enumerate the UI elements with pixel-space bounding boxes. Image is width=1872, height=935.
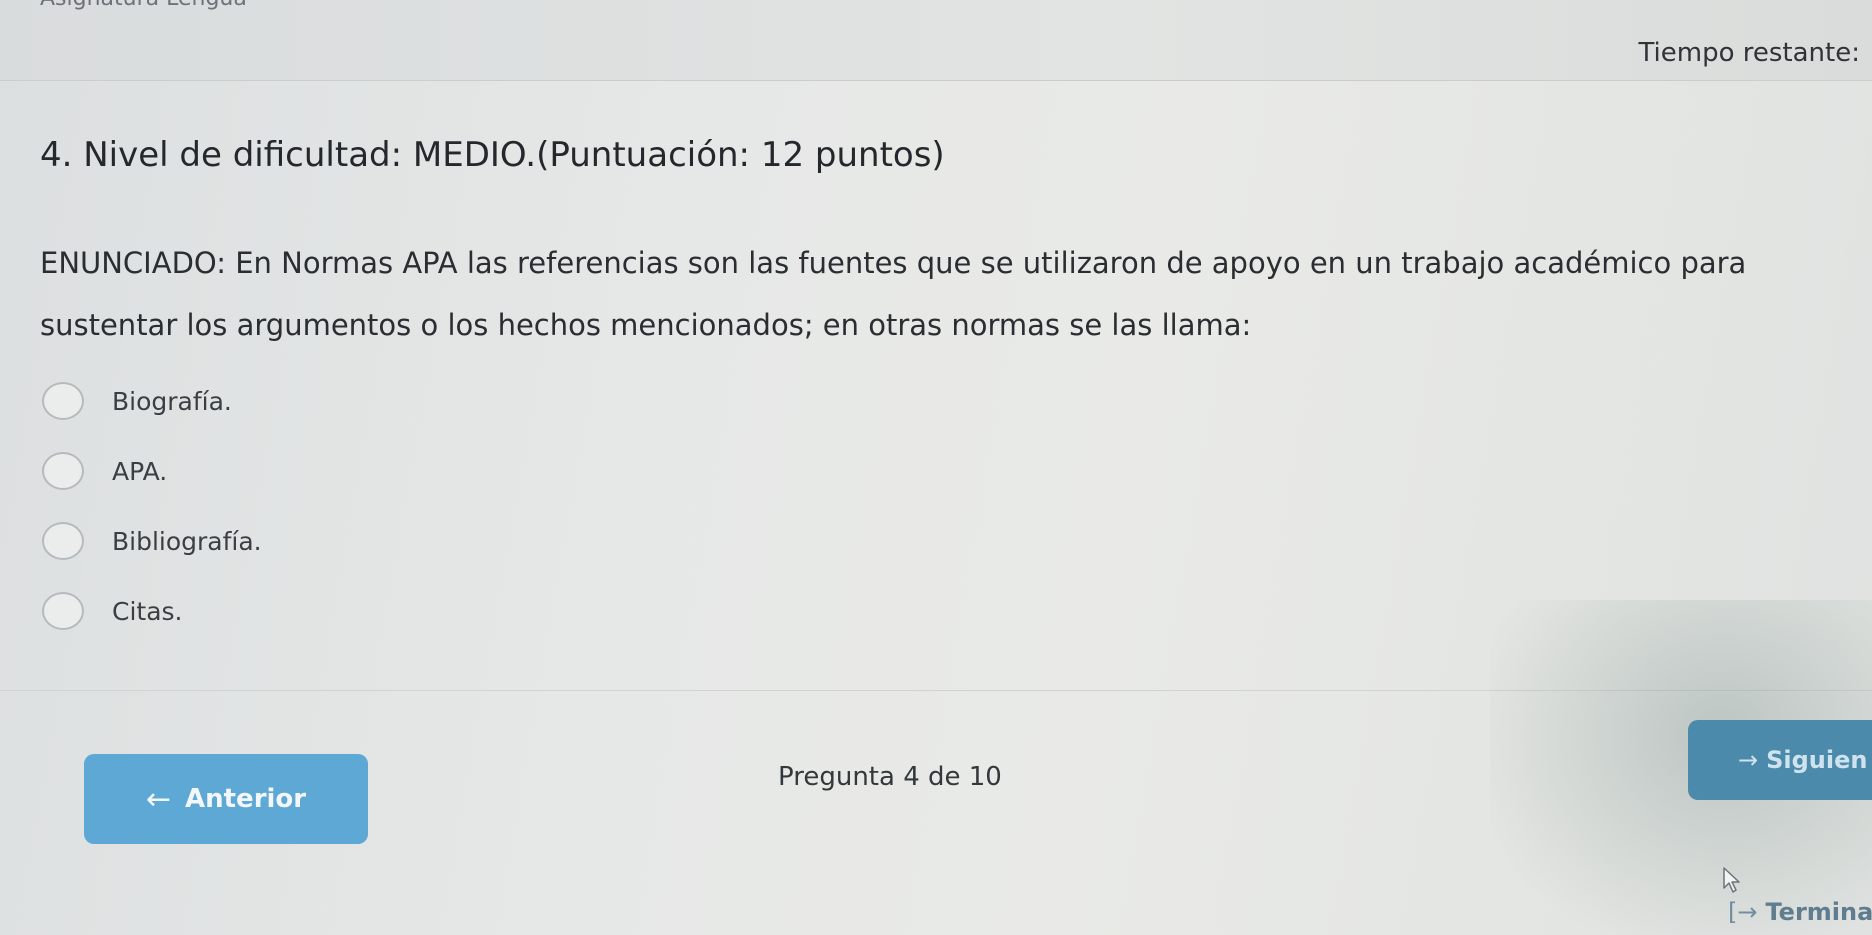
option-biografia[interactable]: Biografía.	[42, 378, 262, 424]
arrow-right-icon: →	[1738, 746, 1759, 774]
option-label: APA.	[112, 456, 168, 486]
option-label: Bibliografía.	[112, 526, 262, 556]
option-apa[interactable]: APA.	[42, 448, 262, 494]
question-title: 4. Nivel de dificultad: MEDIO.(Puntuació…	[40, 135, 945, 175]
previous-button-label: Anterior	[185, 784, 307, 814]
time-remaining-label: Tiempo restante:	[1638, 38, 1860, 68]
question-counter: Pregunta 4 de 10	[778, 762, 1002, 792]
finish-attempt-label: Terminar int	[1765, 898, 1872, 926]
answer-options: Biografía. APA. Bibliografía. Citas.	[42, 378, 262, 658]
option-label: Citas.	[112, 596, 183, 626]
exit-icon: [→	[1728, 898, 1758, 926]
previous-button[interactable]: ← Anterior	[84, 754, 368, 844]
question-statement: ENUNCIADO: En Normas APA las referencias…	[40, 246, 1747, 342]
radio-button[interactable]	[42, 382, 84, 420]
radio-button[interactable]	[42, 452, 84, 490]
finish-attempt-link[interactable]: [→Terminar int	[1728, 898, 1872, 926]
subject-title: Asignatura Lengua	[40, 0, 247, 11]
option-citas[interactable]: Citas.	[42, 588, 262, 634]
section-divider	[0, 690, 1872, 691]
mouse-cursor-icon	[1723, 867, 1740, 893]
radio-button[interactable]	[42, 592, 84, 630]
option-bibliografia[interactable]: Bibliografía.	[42, 518, 262, 564]
option-label: Biografía.	[112, 386, 232, 416]
next-button[interactable]: → Siguien	[1688, 720, 1872, 800]
arrow-left-icon: ←	[145, 781, 171, 817]
top-header: Asignatura Lengua Tiempo restante:	[0, 0, 1872, 81]
radio-button[interactable]	[42, 522, 84, 560]
next-button-label: Siguien	[1766, 746, 1868, 774]
